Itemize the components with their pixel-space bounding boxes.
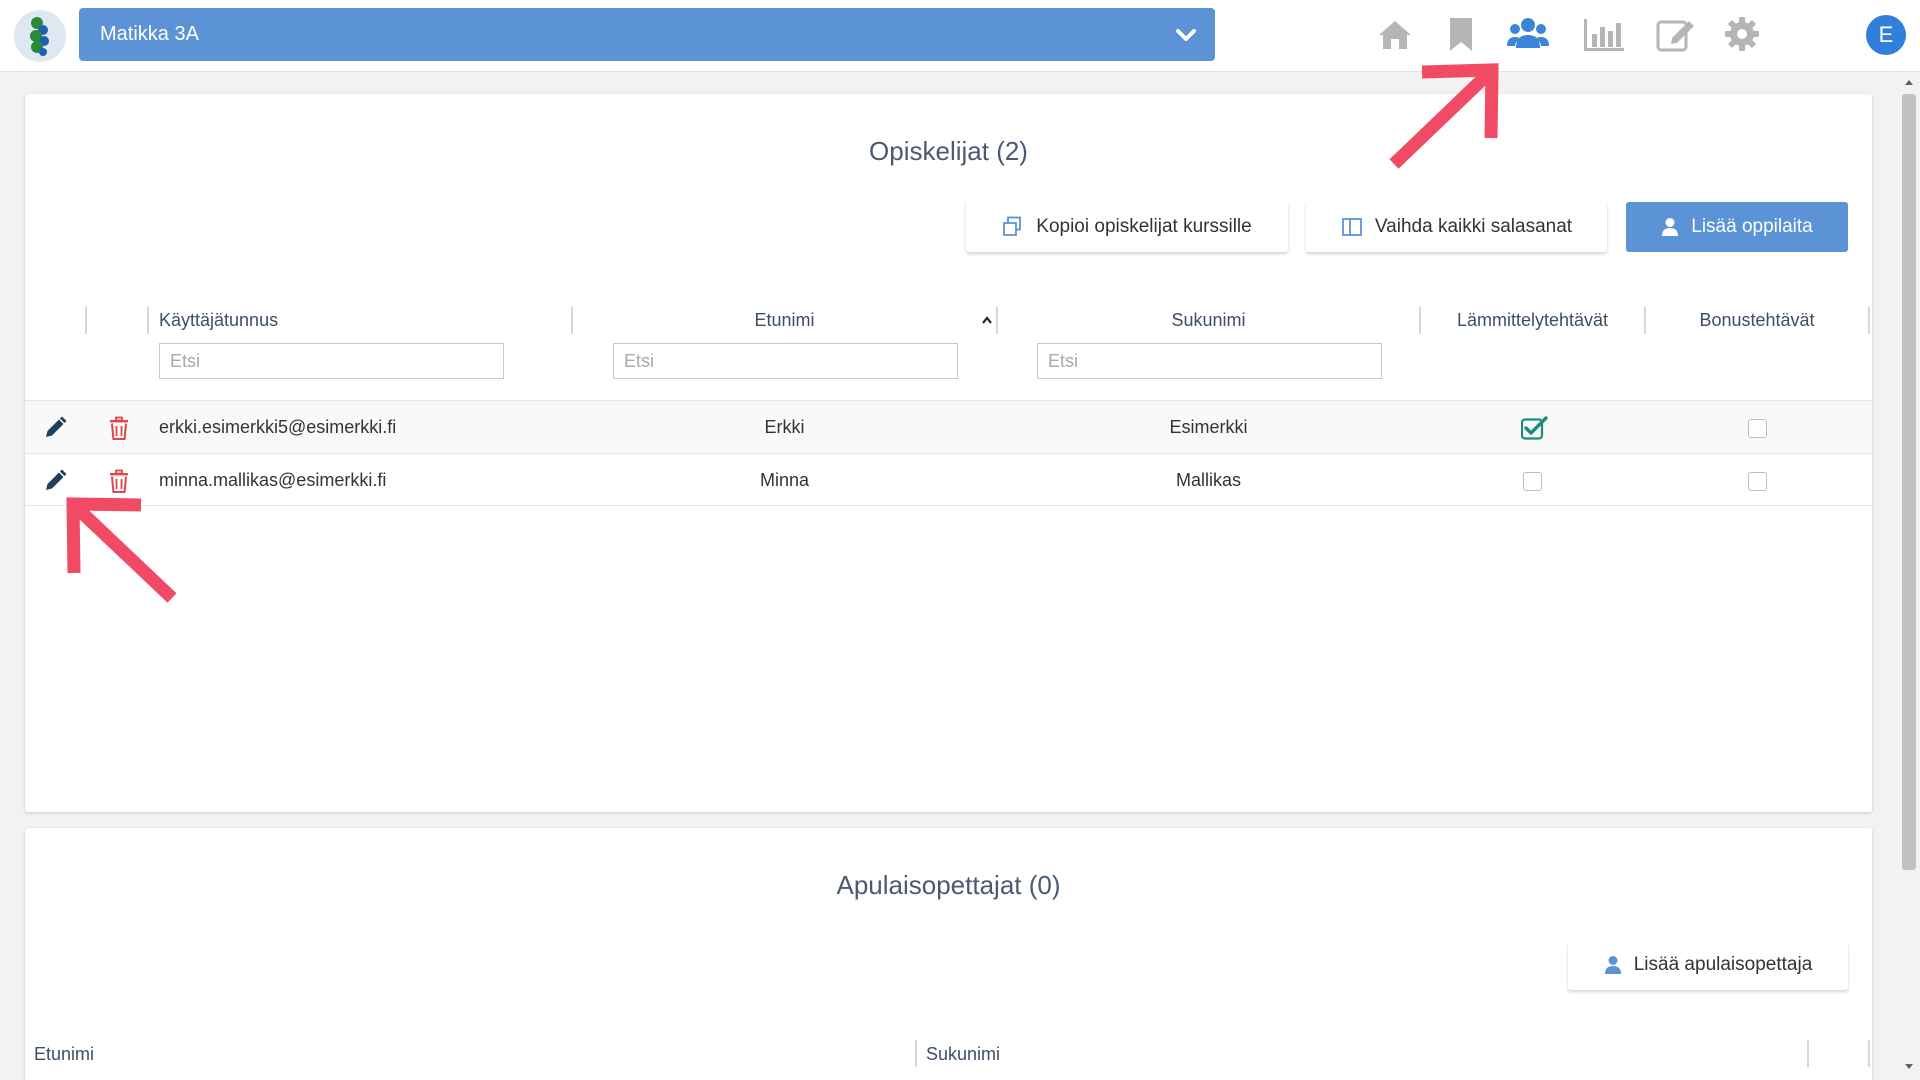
sort-asc-icon[interactable] [981,314,993,328]
bonus-checkbox[interactable] [1748,472,1767,491]
column-separator [1807,1040,1809,1067]
column-header-bonus[interactable]: Bonustehtävät [1646,310,1868,331]
course-select[interactable]: Matikka 3A [79,8,1215,61]
warmup-checkbox-checked[interactable] [1521,416,1548,440]
edit-pencil-icon[interactable] [43,416,67,440]
students-card: Opiskelijat (2) Kopioi opiskelijat kurss… [25,94,1872,812]
top-bar: Matikka 3A E [0,0,1920,72]
bookmark-icon[interactable] [1441,14,1481,54]
column-separator [147,307,149,334]
add-students-button[interactable]: Lisää oppilaita [1626,202,1848,252]
scroll-up-arrow[interactable] [1905,80,1913,85]
trash-icon[interactable] [107,469,131,493]
add-students-label: Lisää oppilaita [1691,216,1813,237]
user-avatar[interactable]: E [1866,15,1906,55]
column-separator [1868,307,1870,334]
page-scrollbar[interactable] [1898,72,1920,1080]
cell-lastname: Mallikas [1175,470,1241,490]
column-header-lastname[interactable]: Sukunimi [998,310,1419,331]
cell-lastname: Esimerkki [1169,417,1248,437]
column-separator [85,307,87,334]
cell-username: minna.mallikas@esimerkki.fi [159,470,387,490]
bonus-checkbox[interactable] [1748,419,1767,438]
home-icon[interactable] [1375,14,1415,54]
change-passwords-button[interactable]: Vaihda kaikki salasanat [1306,202,1607,252]
columns-icon [1342,218,1362,236]
cell-firstname: Minna [759,470,810,490]
search-lastname-input[interactable] [1037,343,1382,379]
copy-icon [1003,216,1022,236]
scrollbar-thumb[interactable] [1902,94,1916,870]
edit-icon[interactable] [1655,14,1697,54]
assistant-column-header-lastname[interactable]: Sukunimi [926,1044,1000,1065]
students-title: Opiskelijat (2) [869,136,1028,166]
assistants-card: Apulaisopettajat (0) Lisää apulaisopetta… [25,828,1872,1080]
change-passwords-label: Vaihda kaikki salasanat [1374,216,1573,237]
add-assistant-button[interactable]: Lisää apulaisopettaja [1568,940,1848,990]
trash-icon[interactable] [107,416,131,440]
table-row: erkki.esimerkki5@esimerkki.fi Erkki Esim… [25,400,1872,453]
copy-students-label: Kopioi opiskelijat kurssille [1036,216,1252,237]
chevron-down-icon [1176,29,1196,41]
column-header-warmup[interactable]: Lämmittelytehtävät [1421,310,1644,331]
scroll-down-arrow[interactable] [1905,1064,1913,1069]
gear-icon[interactable] [1722,14,1762,54]
warmup-checkbox[interactable] [1523,472,1542,491]
column-separator [915,1040,917,1067]
assistants-title: Apulaisopettajat (0) [836,870,1061,900]
cell-username: erkki.esimerkki5@esimerkki.fi [159,417,397,437]
logo-icon [15,11,65,61]
edit-pencil-icon[interactable] [43,469,67,493]
add-assistant-label: Lisää apulaisopettaja [1633,954,1813,975]
column-separator [1868,1040,1870,1067]
user-icon [1662,218,1679,236]
user-icon [1604,956,1621,974]
column-header-firstname[interactable]: Etunimi [573,310,996,331]
assistant-column-header-firstname[interactable]: Etunimi [34,1044,94,1065]
copy-students-button[interactable]: Kopioi opiskelijat kurssille [966,202,1288,252]
cell-firstname: Erkki [764,417,805,437]
search-firstname-input[interactable] [613,343,958,379]
bar-chart-icon[interactable] [1582,14,1626,54]
course-name: Matikka 3A [100,23,199,45]
column-header-username[interactable]: Käyttäjätunnus [159,310,278,331]
search-username-input[interactable] [159,343,504,379]
table-row: minna.mallikas@esimerkki.fi Minna Mallik… [25,453,1872,506]
users-icon[interactable] [1506,14,1550,54]
app-logo[interactable] [14,10,66,62]
